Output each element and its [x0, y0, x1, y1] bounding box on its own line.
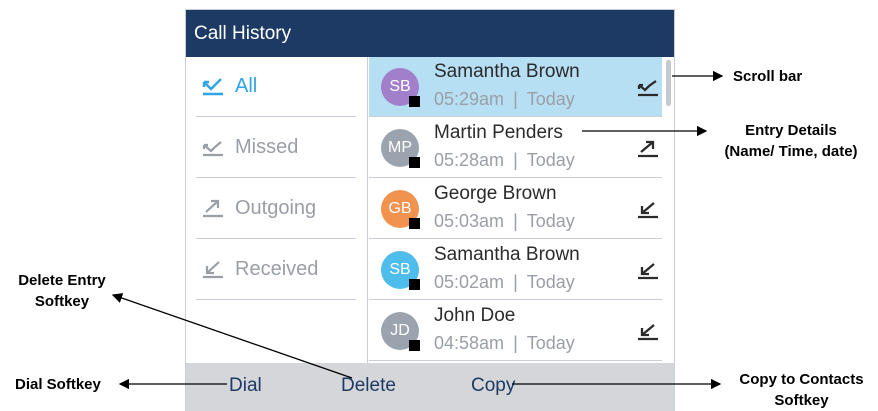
- filter-label: Missed: [235, 136, 299, 158]
- entry-time: 05:03am: [434, 211, 505, 231]
- presence-indicator: [409, 340, 420, 351]
- entry-time: 05:29am: [434, 89, 505, 109]
- list-item[interactable]: SB Samantha Brown 05:29am | Today: [369, 57, 662, 117]
- copy-contacts-callout-line2: Softkey: [774, 392, 829, 409]
- copy-contacts-callout: Copy to Contacts Softkey: [729, 369, 874, 411]
- filter-all[interactable]: All: [196, 57, 356, 117]
- call-history-list[interactable]: SB Samantha Brown 05:29am | Today MP Marti…: [369, 57, 664, 363]
- entry-time-date: 05:29am | Today: [434, 89, 575, 110]
- entry-date: Today: [526, 333, 575, 353]
- entry-name: John Doe: [434, 305, 516, 326]
- entry-name: Samantha Brown: [434, 244, 580, 265]
- filter-outgoing[interactable]: Outgoing: [196, 179, 356, 239]
- filter-panel: All Missed Outgoing Received: [186, 57, 368, 363]
- entry-time-date: 05:28am | Today: [434, 150, 575, 171]
- entry-separator: |: [513, 89, 518, 109]
- delete-entry-callout-line2: Softkey: [34, 293, 90, 310]
- entry-details-callout-line2: (Name/ Time, date): [724, 143, 858, 160]
- entry-date: Today: [526, 272, 575, 292]
- received-call-icon: [637, 200, 659, 222]
- entry-separator: |: [513, 211, 518, 231]
- entry-details-callout-line1: Entry Details: [745, 122, 837, 139]
- entry-separator: |: [513, 150, 518, 170]
- outgoing-call-icon: [637, 139, 659, 161]
- missed-call-icon: [637, 78, 659, 100]
- entry-name: Samantha Brown: [434, 61, 580, 82]
- list-item[interactable]: JD John Doe 04:58am | Today: [369, 301, 662, 361]
- filter-label: Received: [235, 258, 319, 280]
- scroll-bar-callout: Scroll bar: [733, 68, 803, 85]
- presence-indicator: [409, 279, 420, 290]
- entry-separator: |: [513, 333, 518, 353]
- softkey-bar: Dial Delete Copy: [186, 363, 674, 411]
- entry-date: Today: [526, 211, 575, 231]
- filter-missed[interactable]: Missed: [196, 118, 356, 178]
- presence-indicator: [409, 218, 420, 229]
- delete-softkey[interactable]: Delete: [341, 375, 396, 397]
- presence-indicator: [409, 96, 420, 107]
- list-item[interactable]: SB Samantha Brown 05:02am | Today: [369, 240, 662, 300]
- entry-time-date: 04:58am | Today: [434, 333, 575, 354]
- entry-details-callout: Entry Details (Name/ Time, date): [712, 120, 870, 162]
- list-item[interactable]: MP Martin Penders 05:28am | Today: [369, 118, 662, 178]
- filter-received[interactable]: Received: [196, 240, 356, 300]
- received-call-icon: [637, 261, 659, 283]
- filter-label: All: [235, 75, 258, 97]
- received-call-icon: [637, 322, 659, 344]
- copy-softkey[interactable]: Copy: [471, 375, 515, 397]
- delete-entry-callout-line1: Delete Entry: [18, 272, 106, 289]
- phone-screen: Call History All Missed Outgoing Receive…: [185, 9, 675, 411]
- scroll-bar[interactable]: [666, 60, 671, 106]
- entry-date: Today: [526, 150, 575, 170]
- entry-time-date: 05:03am | Today: [434, 211, 575, 232]
- entry-name: Martin Penders: [434, 122, 563, 143]
- list-item[interactable]: GB George Brown 05:03am | Today: [369, 179, 662, 239]
- received-call-icon: [200, 259, 226, 281]
- entry-time: 05:28am: [434, 150, 505, 170]
- entry-date: Today: [526, 89, 575, 109]
- delete-entry-callout: Delete Entry Softkey: [12, 270, 112, 312]
- entry-time: 04:58am: [434, 333, 505, 353]
- outgoing-call-icon: [200, 198, 226, 220]
- page-title: Call History: [186, 10, 674, 57]
- filter-label: Outgoing: [235, 197, 317, 219]
- all-calls-icon: [200, 76, 226, 98]
- entry-name: George Brown: [434, 183, 557, 204]
- missed-call-icon: [200, 137, 226, 159]
- entry-time: 05:02am: [434, 272, 505, 292]
- presence-indicator: [409, 157, 420, 168]
- entry-separator: |: [513, 272, 518, 292]
- entry-time-date: 05:02am | Today: [434, 272, 575, 293]
- dial-softkey-callout: Dial Softkey: [15, 376, 101, 393]
- copy-contacts-callout-line1: Copy to Contacts: [739, 371, 864, 388]
- dial-softkey[interactable]: Dial: [229, 375, 262, 397]
